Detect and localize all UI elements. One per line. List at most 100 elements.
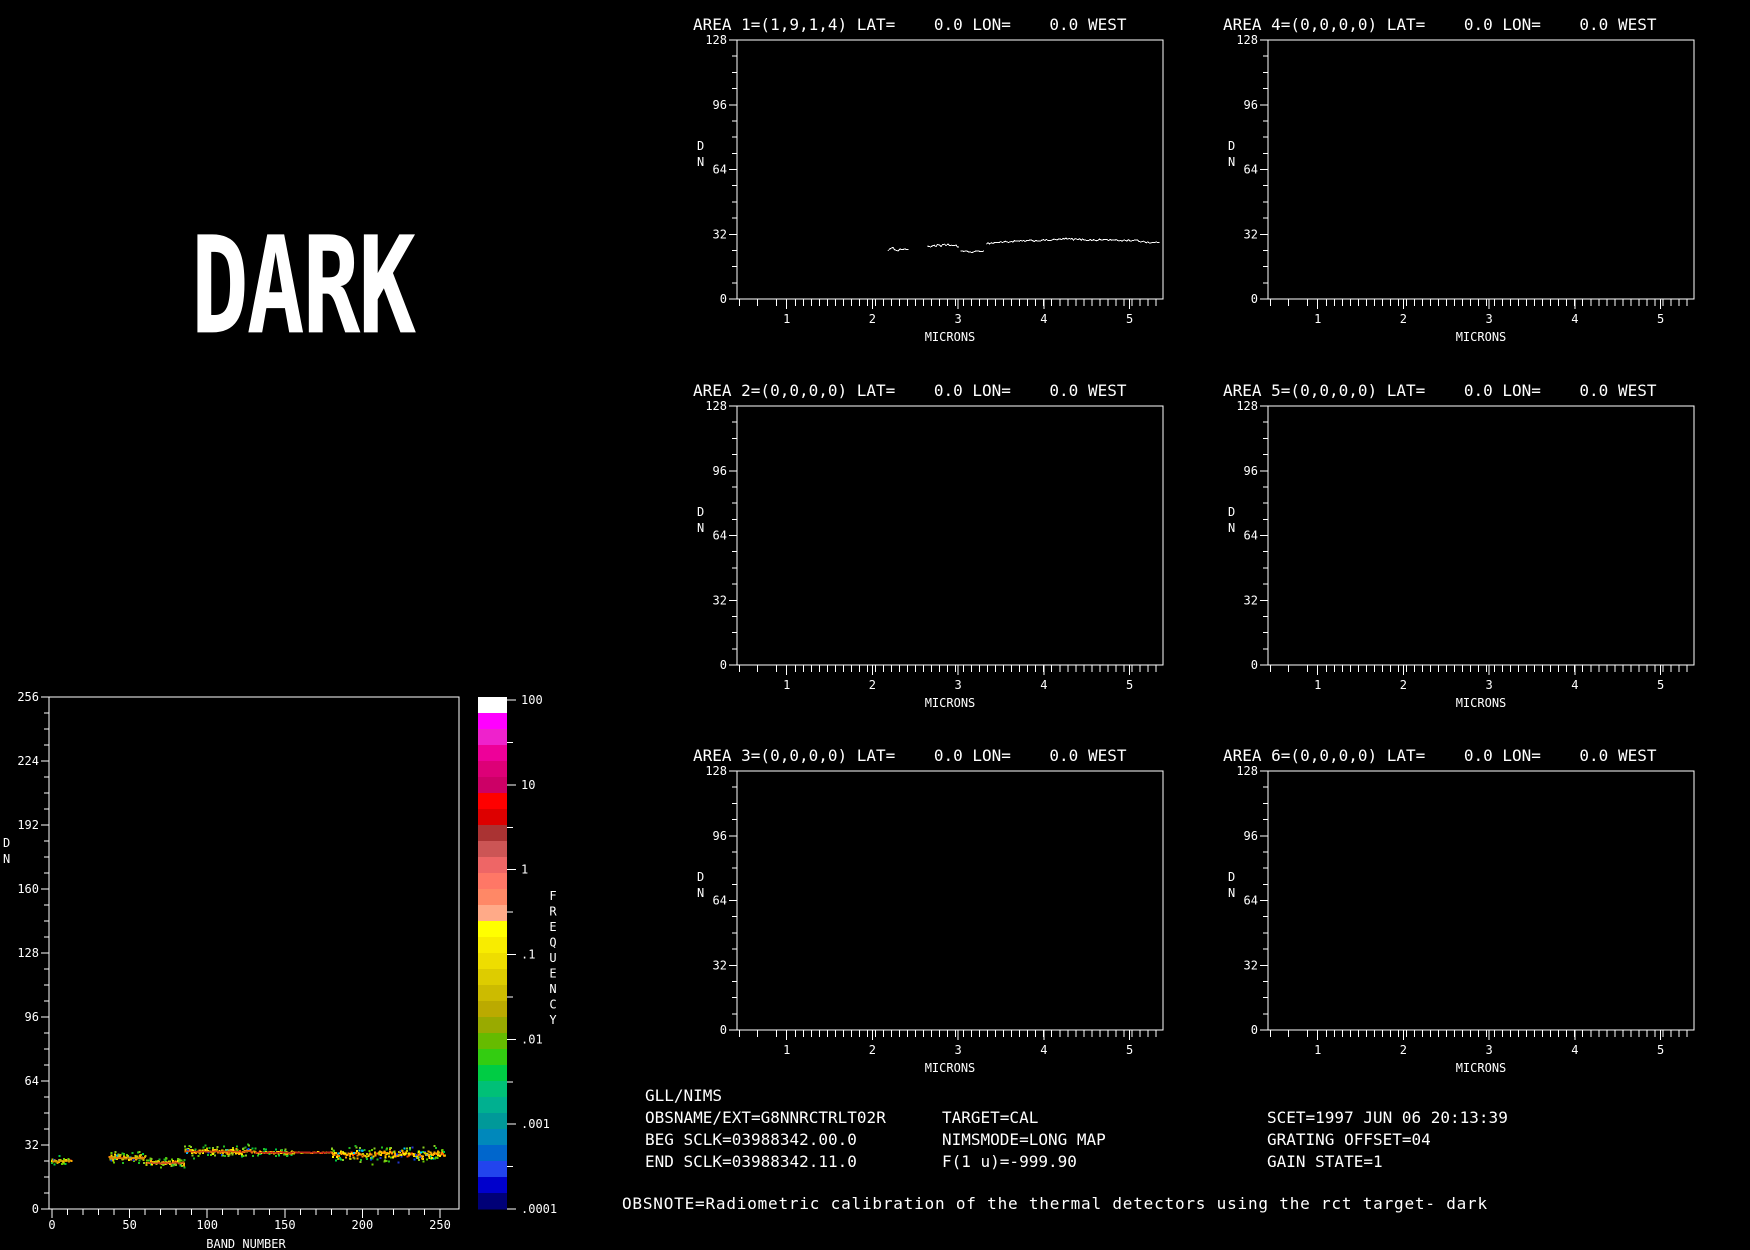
y-tick-label: 0 (1251, 292, 1258, 306)
x-tick-label: 1 (1314, 1043, 1321, 1057)
y-tick-label: 128 (705, 33, 727, 47)
nims-calibration-screen: DARK AREA 1=(1,9,1,4) LAT= 0.0 LON= 0.0 … (0, 0, 1750, 1250)
footer-scet: SCET=1997 JUN 06 20:13:39 (1267, 1108, 1508, 1127)
y-tick-label: 0 (720, 292, 727, 306)
y-tick-label: 0 (32, 1202, 39, 1216)
y-tick-label: 128 (705, 764, 727, 778)
footer-obsnote: OBSNOTE=Radiometric calibration of the t… (622, 1194, 1488, 1213)
area-plot-1-canvas: 0326496128DN12345MICRONS (677, 10, 1187, 360)
plot-frame (737, 406, 1163, 665)
x-tick-label: 250 (429, 1218, 451, 1232)
y-tick-label: 0 (720, 1023, 727, 1037)
y-tick-label: 96 (1244, 464, 1258, 478)
colorbar-title-char: E (549, 920, 556, 934)
x-tick-label: 200 (352, 1218, 374, 1232)
y-axis-title: D (1228, 139, 1235, 153)
footer-grating: GRATING OFFSET=04 (1267, 1130, 1431, 1149)
footer-instrument: GLL/NIMS (645, 1086, 722, 1105)
y-tick-label: 128 (1236, 764, 1258, 778)
colorbar-title-char: Q (549, 936, 556, 950)
spectrum-trace (961, 251, 984, 253)
colorbar-title-char: N (549, 982, 556, 996)
area-plot-3-canvas: 0326496128DN12345MICRONS (677, 741, 1187, 1091)
y-tick-label: 32 (713, 593, 727, 607)
y-tick-label: 96 (1244, 98, 1258, 112)
colorbar-title-char: C (549, 998, 556, 1012)
y-axis-title: D (1228, 505, 1235, 519)
x-tick-label: 50 (122, 1218, 136, 1232)
x-tick-label: 0 (48, 1218, 55, 1232)
colorbar-tick-label: .1 (521, 948, 535, 962)
x-tick-label: 3 (955, 312, 962, 326)
x-tick-label: 4 (1040, 312, 1047, 326)
y-tick-label: 64 (713, 894, 727, 908)
y-tick-label: 224 (17, 754, 39, 768)
y-tick-label: 32 (1244, 593, 1258, 607)
x-axis-title: MICRONS (1456, 330, 1507, 344)
y-tick-label: 256 (17, 690, 39, 704)
x-axis (1271, 1030, 1687, 1040)
x-axis-title: BAND NUMBER (206, 1237, 286, 1250)
y-tick-label: 96 (713, 464, 727, 478)
x-tick-label: 3 (1486, 1043, 1493, 1057)
y-axis-title: D (697, 870, 704, 884)
x-axis (1271, 299, 1687, 309)
y-axis (729, 40, 737, 299)
footer-gain: GAIN STATE=1 (1267, 1152, 1383, 1171)
y-tick-label: 128 (1236, 399, 1258, 413)
colorbar-title-char: E (549, 967, 556, 981)
y-axis-title: D (1228, 870, 1235, 884)
colorbar-title-char: Y (549, 1013, 557, 1027)
area-plot-2-canvas: 0326496128DN12345MICRONS (677, 376, 1187, 726)
x-axis (740, 665, 1156, 675)
x-axis (52, 1209, 440, 1218)
colorbar-tick-label: .0001 (521, 1202, 557, 1216)
x-tick-label: 5 (1657, 1043, 1664, 1057)
x-tick-label: 2 (1400, 678, 1407, 692)
plot-frame (1268, 40, 1694, 299)
x-tick-label: 3 (1486, 312, 1493, 326)
y-tick-label: 64 (1244, 529, 1258, 543)
band-histogram-canvas: 0326496128160192224256DN050100150200250B… (0, 620, 640, 1250)
spectrum-trace (888, 248, 909, 251)
plot-frame (737, 771, 1163, 1030)
y-tick-label: 32 (25, 1138, 39, 1152)
histogram-core-line (147, 1163, 184, 1164)
x-tick-label: 2 (869, 312, 876, 326)
footer-target: TARGET=CAL (942, 1108, 1038, 1127)
y-axis-title: N (697, 886, 704, 900)
footer-nimsmode: NIMSMODE=LONG MAP (942, 1130, 1106, 1149)
x-tick-label: 1 (783, 312, 790, 326)
x-tick-label: 2 (869, 1043, 876, 1057)
y-axis-title: D (697, 505, 704, 519)
x-tick-label: 1 (1314, 312, 1321, 326)
x-tick-label: 5 (1657, 678, 1664, 692)
y-axis-title: D (3, 836, 10, 850)
y-tick-label: 64 (713, 163, 727, 177)
y-tick-label: 64 (25, 1074, 39, 1088)
y-tick-label: 0 (1251, 658, 1258, 672)
colorbar-tick-label: .01 (521, 1032, 543, 1046)
x-tick-label: 3 (955, 678, 962, 692)
x-tick-label: 2 (1400, 312, 1407, 326)
y-tick-label: 160 (17, 882, 39, 896)
x-tick-label: 4 (1040, 1043, 1047, 1057)
colorbar-tick-label: 1 (521, 863, 528, 877)
x-axis-title: MICRONS (925, 696, 976, 710)
y-axis-title: N (1228, 155, 1235, 169)
y-axis-title: N (1228, 886, 1235, 900)
y-tick-label: 192 (17, 818, 39, 832)
spectrum-trace (927, 244, 959, 247)
x-tick-label: 2 (1400, 1043, 1407, 1057)
y-axis (1260, 406, 1268, 665)
x-tick-label: 1 (1314, 678, 1321, 692)
y-axis (1260, 771, 1268, 1030)
histogram-core-line (255, 1152, 294, 1153)
y-axis (729, 771, 737, 1030)
x-tick-label: 5 (1126, 312, 1133, 326)
footer-obsname: OBSNAME/EXT=G8NNRCTRLT02R (645, 1108, 886, 1127)
footer-beg-sclk: BEG SCLK=03988342.00.0 (645, 1130, 857, 1149)
area-plot-6-canvas: 0326496128DN12345MICRONS (1208, 741, 1718, 1091)
x-tick-label: 2 (869, 678, 876, 692)
y-axis (729, 406, 737, 665)
